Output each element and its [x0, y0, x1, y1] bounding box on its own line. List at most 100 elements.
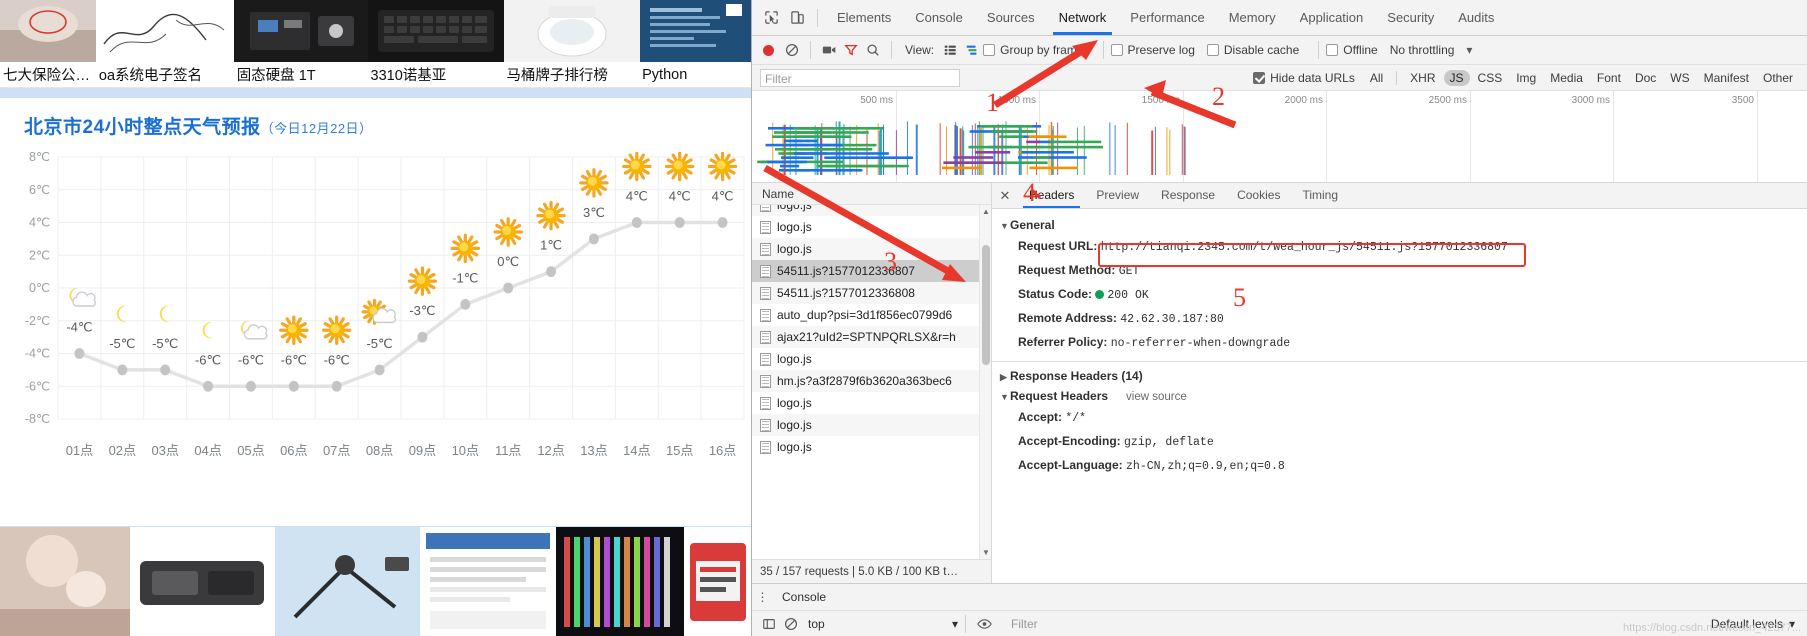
request-row[interactable]: logo.js — [752, 216, 991, 238]
chart-data-point[interactable] — [117, 364, 128, 376]
filter-funnel-icon[interactable] — [840, 39, 862, 61]
thumbnail-0[interactable] — [0, 0, 96, 62]
bottom-thumb-4[interactable] — [556, 527, 684, 636]
filter-type-js[interactable]: JS — [1443, 69, 1470, 86]
request-row[interactable]: logo.js — [752, 205, 991, 216]
disable-cache-checkbox[interactable]: Disable cache — [1206, 43, 1299, 57]
thumbnail-4[interactable] — [504, 0, 640, 62]
filter-type-other[interactable]: Other — [1757, 70, 1799, 86]
filter-type-media[interactable]: Media — [1544, 70, 1589, 86]
thumbnail-2[interactable] — [234, 0, 368, 62]
caption-2[interactable]: 固态硬盘 1T — [234, 64, 368, 85]
bottom-thumb-2[interactable] — [275, 527, 420, 636]
chart-data-point[interactable] — [503, 282, 514, 294]
request-row[interactable]: 54511.js?1577012336807 — [752, 260, 991, 282]
filter-type-font[interactable]: Font — [1591, 70, 1627, 86]
detail-tab-preview[interactable]: Preview — [1085, 183, 1150, 208]
filter-type-xhr[interactable]: XHR — [1404, 70, 1441, 86]
close-icon[interactable]: ✕ — [992, 188, 1018, 204]
caption-0[interactable]: 七大保险公司排 — [0, 64, 96, 85]
waterfall-view-icon[interactable] — [961, 39, 983, 61]
toggle-device-toolbar-icon[interactable] — [784, 6, 810, 30]
capture-screenshots-icon[interactable] — [818, 39, 840, 61]
request-row[interactable]: ajax21?uId2=SPTNPQRLSX&r=h — [752, 326, 991, 348]
view-source-link[interactable]: view source — [1126, 391, 1187, 403]
chart-data-point[interactable] — [245, 380, 256, 392]
general-section-header[interactable]: ▼General — [992, 215, 1807, 235]
thumbnail-3[interactable] — [368, 0, 504, 62]
tab-security[interactable]: Security — [1375, 0, 1446, 35]
group-by-frame-checkbox[interactable]: Group by frame — [983, 43, 1084, 57]
scroll-down-arrow-icon[interactable]: ▼ — [981, 548, 991, 557]
group-by-frame-box[interactable] — [983, 44, 996, 56]
caption-4[interactable]: 马桶牌子排行榜 — [503, 64, 639, 85]
thumbnail-1[interactable] — [96, 0, 234, 62]
eye-icon[interactable] — [973, 613, 995, 635]
request-row[interactable]: logo.js — [752, 348, 991, 370]
record-button-icon[interactable] — [763, 44, 774, 56]
detail-tab-response[interactable]: Response — [1150, 183, 1226, 208]
chart-data-point[interactable] — [374, 364, 385, 376]
console-sidebar-icon[interactable] — [758, 613, 780, 635]
caption-5[interactable]: Python — [639, 67, 751, 83]
request-row[interactable]: 54511.js?1577012336808 — [752, 282, 991, 304]
request-list-header[interactable]: Name — [752, 183, 991, 205]
thumbnail-5[interactable] — [640, 0, 751, 62]
tab-network[interactable]: Network — [1047, 0, 1119, 35]
chart-data-point[interactable] — [588, 233, 599, 245]
chart-data-point[interactable] — [288, 380, 299, 392]
tab-memory[interactable]: Memory — [1217, 0, 1288, 35]
chevron-down-icon[interactable]: ▾ — [1458, 39, 1480, 61]
chart-data-point[interactable] — [546, 266, 557, 278]
response-headers-section[interactable]: ▶ Response Headers (14) — [992, 366, 1807, 386]
caption-1[interactable]: oa系统电子签名 — [96, 64, 234, 85]
request-row[interactable]: logo.js — [752, 392, 991, 414]
preserve-log-box[interactable] — [1110, 44, 1123, 56]
filter-type-img[interactable]: Img — [1510, 70, 1542, 86]
offline-box[interactable] — [1326, 44, 1339, 56]
request-row[interactable]: logo.js — [752, 436, 991, 458]
chart-data-point[interactable] — [331, 380, 342, 392]
scroll-up-arrow-icon[interactable]: ▲ — [981, 207, 991, 216]
tab-elements[interactable]: Elements — [825, 0, 903, 35]
throttling-select[interactable]: No throttling — [1390, 43, 1455, 57]
chart-data-point[interactable] — [460, 298, 471, 310]
offline-checkbox[interactable]: Offline — [1326, 43, 1378, 57]
chart-data-point[interactable] — [674, 217, 685, 228]
preserve-log-checkbox[interactable]: Preserve log — [1110, 43, 1195, 57]
drawer-menu-icon[interactable]: ⋮ — [752, 590, 774, 604]
hide-data-urls-checkbox[interactable]: Hide data URLs — [1253, 71, 1355, 85]
console-filter-input[interactable]: Filter — [1011, 617, 1211, 631]
request-list-scrollbar[interactable]: ▲ ▼ — [979, 205, 991, 559]
detail-tab-timing[interactable]: Timing — [1291, 183, 1349, 208]
chart-data-point[interactable] — [717, 217, 728, 228]
chart-data-point[interactable] — [203, 380, 214, 392]
console-context-select[interactable]: top ▾ — [808, 617, 958, 631]
bottom-thumb-3[interactable] — [420, 527, 556, 636]
filter-input[interactable]: Filter — [760, 68, 960, 87]
request-row[interactable]: hm.js?a3f2879f6b3620a363bec6 — [752, 370, 991, 392]
filter-type-manifest[interactable]: Manifest — [1698, 70, 1755, 86]
console-clear-icon[interactable] — [780, 613, 802, 635]
clear-icon[interactable] — [781, 39, 803, 61]
detail-tab-cookies[interactable]: Cookies — [1226, 183, 1291, 208]
network-overview-timeline[interactable]: 500 ms 1000 ms 1500 ms 2000 ms 2500 ms 3000 m… — [752, 91, 1807, 183]
tab-application[interactable]: Application — [1288, 0, 1376, 35]
tab-performance[interactable]: Performance — [1118, 0, 1216, 35]
chevron-down-icon-2[interactable]: ▾ — [952, 617, 958, 631]
chart-data-point[interactable] — [631, 217, 642, 228]
caption-3[interactable]: 3310诺基亚 — [368, 64, 504, 85]
chart-data-point[interactable] — [74, 348, 85, 359]
request-row[interactable]: logo.js — [752, 414, 991, 436]
request-headers-section[interactable]: ▼Request Headers view source — [992, 386, 1807, 406]
chart-data-point[interactable] — [160, 364, 171, 376]
filter-type-css[interactable]: CSS — [1472, 70, 1509, 86]
bottom-thumb-5[interactable] — [684, 527, 751, 636]
tab-audits[interactable]: Audits — [1446, 0, 1506, 35]
disable-cache-box[interactable] — [1206, 44, 1219, 56]
scrollbar-thumb[interactable] — [982, 245, 990, 365]
request-row[interactable]: logo.js — [752, 238, 991, 260]
filter-type-doc[interactable]: Doc — [1629, 70, 1662, 86]
bottom-thumb-0[interactable] — [0, 527, 130, 636]
tab-sources[interactable]: Sources — [975, 0, 1047, 35]
